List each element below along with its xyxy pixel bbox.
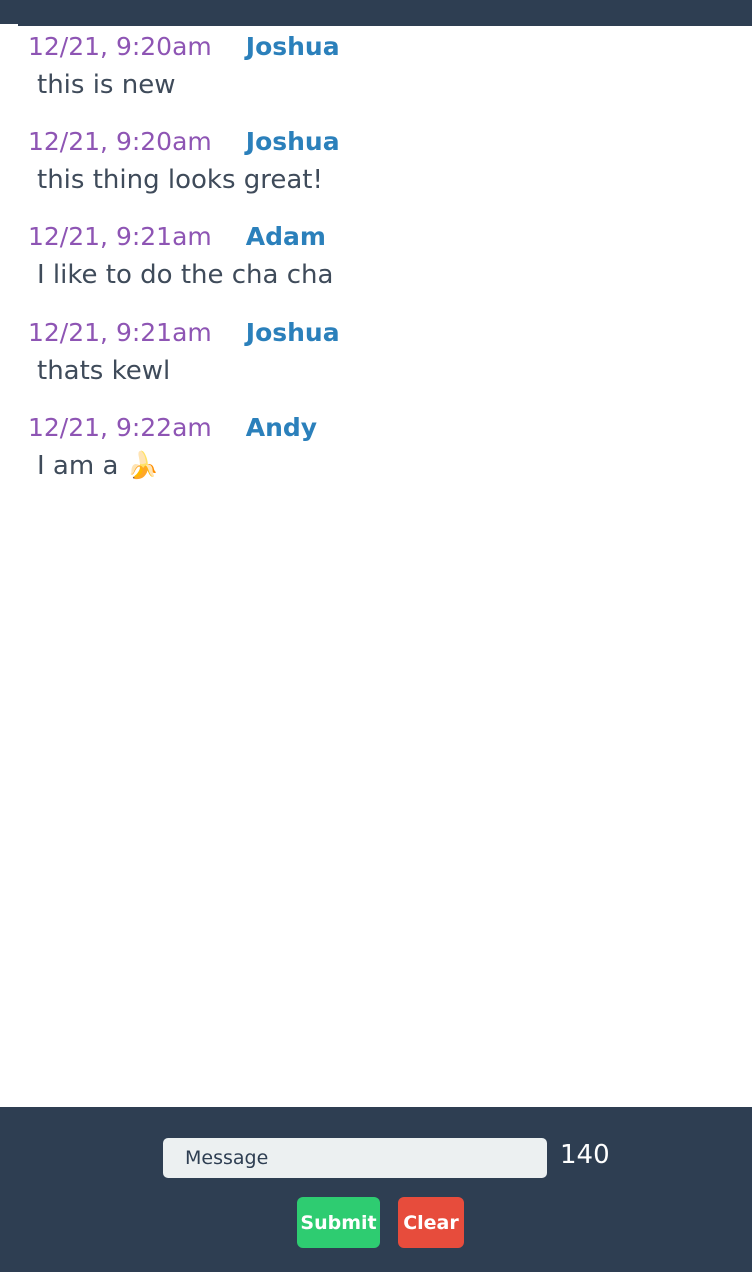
- message-timestamp: 12/21, 9:22am: [28, 413, 212, 442]
- message-author: Joshua: [245, 318, 340, 347]
- message-meta: 12/21, 9:21am Joshua: [28, 314, 728, 352]
- message-timestamp: 12/21, 9:21am: [28, 318, 212, 347]
- message-item: 12/21, 9:20am Joshua this thing looks gre…: [28, 123, 728, 213]
- message-input[interactable]: [163, 1138, 547, 1178]
- message-meta: 12/21, 9:20am Joshua: [28, 123, 728, 161]
- message-author: Joshua: [245, 32, 340, 61]
- submit-button[interactable]: Submit: [297, 1197, 380, 1248]
- message-text: this is new: [37, 70, 176, 100]
- message-author: Joshua: [245, 127, 340, 156]
- message-item: 12/21, 9:21am Joshua thats kewl: [28, 314, 728, 404]
- message-meta: 12/21, 9:21am Adam: [28, 218, 728, 256]
- char-counter: 140: [560, 1140, 610, 1170]
- message-timestamp: 12/21, 9:21am: [28, 222, 212, 251]
- message-timestamp: 12/21, 9:20am: [28, 32, 212, 61]
- clear-button[interactable]: Clear: [398, 1197, 464, 1248]
- message-item: 12/21, 9:21am Adam I like to do the cha c…: [28, 218, 728, 308]
- message-list[interactable]: 12/21, 9:20am Joshua this is new 12/21, 9…: [0, 26, 752, 1107]
- message-meta: 12/21, 9:22am Andy: [28, 409, 728, 447]
- message-timestamp: 12/21, 9:20am: [28, 127, 212, 156]
- message-author: Andy: [245, 413, 318, 442]
- message-text: thats kewl: [37, 356, 171, 386]
- message-meta: 12/21, 9:20am Joshua: [28, 28, 728, 66]
- message-item: 12/21, 9:22am Andy I am a 🍌: [28, 409, 728, 499]
- message-text: I like to do the cha cha: [37, 260, 334, 290]
- composer-footer: 140 Submit Clear: [0, 1107, 752, 1272]
- top-bar: [0, 0, 752, 26]
- message-item: 12/21, 9:20am Joshua this is new: [28, 28, 728, 118]
- message-author: Adam: [245, 222, 326, 251]
- message-text: I am a 🍌: [37, 451, 160, 481]
- message-text: this thing looks great!: [37, 165, 323, 195]
